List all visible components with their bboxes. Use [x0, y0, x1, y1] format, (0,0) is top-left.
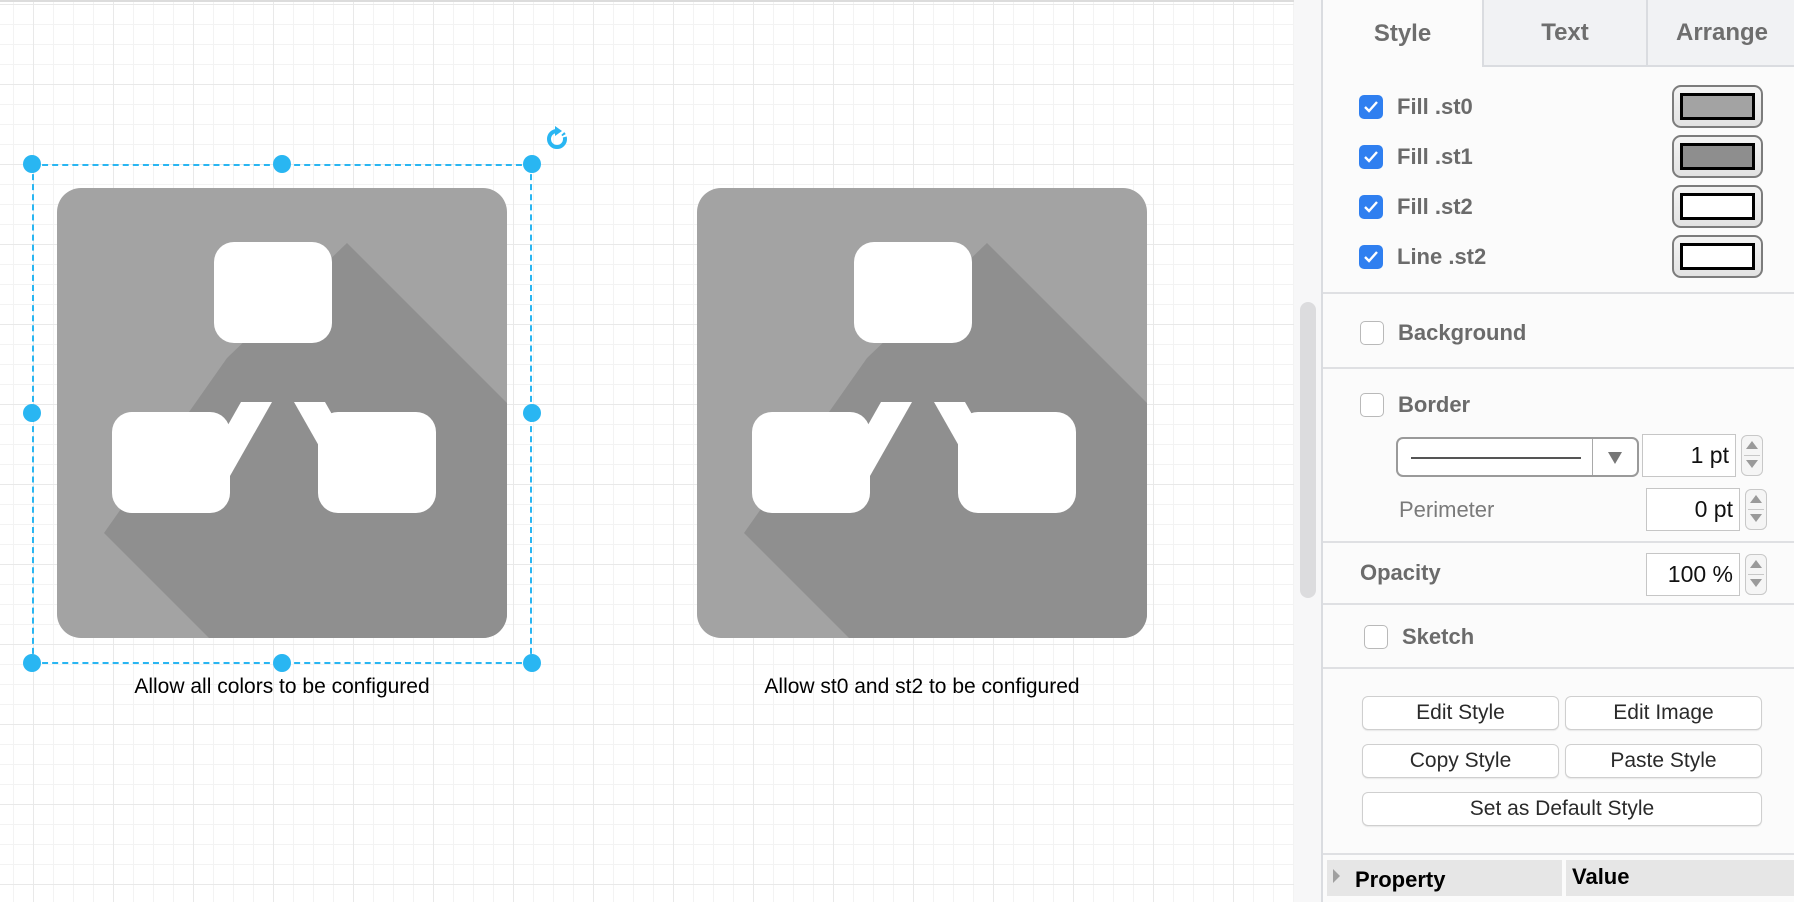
shape-label[interactable]: Allow st0 and st2 to be configured [672, 675, 1172, 699]
diagram-icon-shape[interactable] [697, 188, 1147, 638]
fill-st0-option[interactable]: Fill .st0 [1359, 94, 1473, 120]
resize-handle-se[interactable] [523, 654, 541, 672]
tab-arrange[interactable]: Arrange [1646, 0, 1794, 67]
fill-st1-label: Fill .st1 [1397, 144, 1473, 169]
line-st2-option[interactable]: Line .st2 [1359, 244, 1486, 270]
value-header-label: Value [1572, 864, 1630, 889]
paste-style-button[interactable]: Paste Style [1565, 744, 1762, 778]
divider [1323, 367, 1794, 369]
resize-handle-s[interactable] [273, 654, 291, 672]
decrement-icon[interactable] [1750, 579, 1762, 587]
color-swatch [1680, 193, 1755, 220]
value-column-header: Value [1566, 860, 1794, 896]
line-st2-color-button[interactable] [1672, 235, 1763, 278]
icon-right-box-st2 [958, 412, 1076, 513]
opacity-label: Opacity [1360, 560, 1441, 585]
resize-handle-ne[interactable] [523, 155, 541, 173]
edit-style-button[interactable]: Edit Style [1362, 696, 1559, 730]
divider [1323, 603, 1794, 605]
increment-icon[interactable] [1746, 441, 1758, 449]
divider [1323, 853, 1794, 855]
divider [1323, 667, 1794, 669]
resize-handle-w[interactable] [23, 404, 41, 422]
copy-style-button[interactable]: Copy Style [1362, 744, 1559, 778]
fill-st0-color-button[interactable] [1672, 85, 1763, 128]
fill-st1-option[interactable]: Fill .st1 [1359, 144, 1473, 170]
perimeter-input[interactable]: 0 pt [1646, 488, 1740, 531]
fill-st0-checkbox[interactable] [1359, 95, 1383, 119]
line-st2-checkbox[interactable] [1359, 245, 1383, 269]
resize-handle-e[interactable] [523, 404, 541, 422]
fill-st1-color-button[interactable] [1672, 135, 1763, 178]
scrollbar-thumb[interactable] [1300, 302, 1316, 598]
property-header-label: Property [1355, 867, 1446, 892]
decrement-icon[interactable] [1746, 460, 1758, 468]
sketch-option[interactable]: Sketch [1364, 624, 1474, 650]
resize-handle-n[interactable] [273, 155, 291, 173]
edit-image-button[interactable]: Edit Image [1565, 696, 1762, 730]
opacity-spinner[interactable] [1745, 554, 1767, 595]
color-swatch [1680, 243, 1755, 270]
background-label: Background [1398, 320, 1527, 345]
resize-handle-sw[interactable] [23, 654, 41, 672]
fill-st2-color-button[interactable] [1672, 185, 1763, 228]
icon-left-box-st2 [752, 412, 870, 513]
resize-handle-nw[interactable] [23, 155, 41, 173]
decrement-icon[interactable] [1750, 514, 1762, 522]
solid-line-preview [1411, 457, 1581, 459]
increment-icon[interactable] [1750, 560, 1762, 568]
format-panel: Style Text Arrange Fill .st0 Fill .st1 F… [1321, 0, 1794, 902]
divider [1323, 292, 1794, 294]
panel-tabs: Style Text Arrange [1323, 0, 1794, 67]
shape-label[interactable]: Allow all colors to be configured [32, 675, 532, 699]
color-swatch [1680, 143, 1755, 170]
fill-st2-label: Fill .st2 [1397, 194, 1473, 219]
diagram-canvas[interactable]: Allow all colors to be configured Allow … [0, 0, 1294, 902]
checkmark-icon [1364, 101, 1378, 113]
fill-st0-label: Fill .st0 [1397, 94, 1473, 119]
border-width-spinner[interactable] [1741, 435, 1763, 476]
tab-style[interactable]: Style [1323, 0, 1482, 67]
icon-top-box-st2 [854, 242, 972, 343]
sketch-label: Sketch [1402, 624, 1475, 649]
checkmark-icon [1364, 201, 1378, 213]
perimeter-spinner[interactable] [1745, 489, 1767, 530]
tab-text[interactable]: Text [1482, 0, 1646, 67]
vertical-scrollbar[interactable] [1294, 0, 1321, 902]
set-default-style-button[interactable]: Set as Default Style [1362, 792, 1762, 826]
increment-icon[interactable] [1750, 495, 1762, 503]
perimeter-label: Perimeter [1399, 497, 1495, 522]
fill-st2-checkbox[interactable] [1359, 195, 1383, 219]
select-separator [1592, 439, 1593, 475]
border-width-input[interactable]: 1 pt [1642, 434, 1736, 477]
border-checkbox[interactable] [1360, 393, 1384, 417]
border-option[interactable]: Border [1360, 392, 1470, 418]
background-checkbox[interactable] [1360, 321, 1384, 345]
expand-triangle-icon[interactable] [1333, 869, 1340, 883]
rotate-icon[interactable] [544, 126, 570, 152]
selection-box [32, 164, 532, 664]
background-option[interactable]: Background [1360, 320, 1526, 346]
opacity-input[interactable]: 100 % [1646, 553, 1740, 596]
checkmark-icon [1364, 151, 1378, 163]
dropdown-arrow-icon [1608, 452, 1622, 464]
property-column-header[interactable]: Property [1327, 860, 1562, 896]
color-swatch [1680, 93, 1755, 120]
sketch-checkbox[interactable] [1364, 625, 1388, 649]
checkmark-icon [1364, 251, 1378, 263]
fill-st1-checkbox[interactable] [1359, 145, 1383, 169]
divider [1323, 541, 1794, 543]
fill-st2-option[interactable]: Fill .st2 [1359, 194, 1473, 220]
border-label: Border [1398, 392, 1471, 417]
line-st2-label: Line .st2 [1397, 244, 1487, 269]
border-line-style-select[interactable] [1396, 437, 1639, 477]
